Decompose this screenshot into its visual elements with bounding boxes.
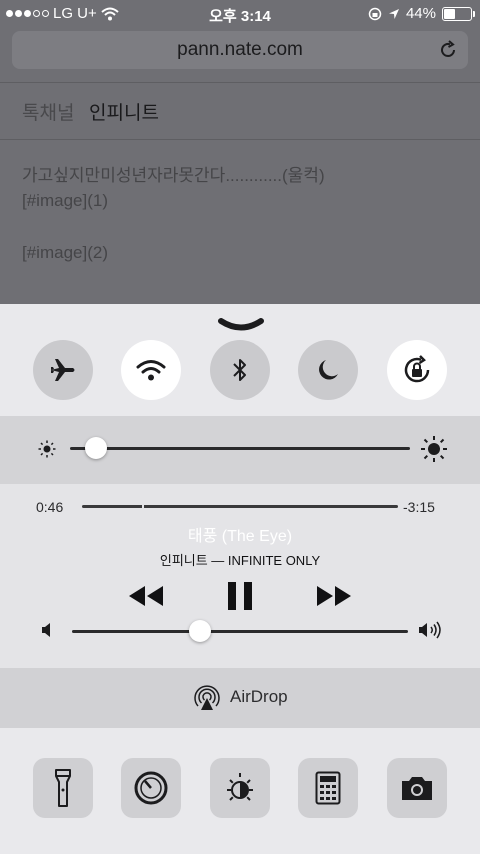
remaining-time: -3:15: [403, 499, 435, 515]
wifi-icon: [136, 360, 166, 381]
flashlight-icon: [55, 769, 71, 807]
volume-slider-thumb[interactable]: [188, 620, 211, 642]
elapsed-time: 0:46: [36, 499, 64, 515]
post-image-link[interactable]: [#image](1): [22, 191, 108, 211]
playback-position-marker[interactable]: [142, 502, 145, 511]
brightness-control: [0, 416, 480, 484]
flashlight-button[interactable]: [33, 758, 93, 818]
calculator-button[interactable]: [298, 758, 358, 818]
battery-icon: [442, 6, 475, 21]
airdrop-icon: [194, 685, 220, 710]
fast-forward-icon[interactable]: [315, 584, 353, 608]
brightness-slider-thumb[interactable]: [85, 437, 107, 459]
bluetooth-icon: [233, 359, 246, 381]
reload-icon[interactable]: [438, 40, 458, 60]
divider: [0, 82, 480, 83]
post-text: 가고싶지만미성년자라못간다............(울컥): [22, 166, 325, 185]
night-shift-icon: [227, 773, 253, 801]
breadcrumb-item[interactable]: 인피니트: [89, 98, 159, 125]
brightness-high-icon: [421, 436, 447, 462]
wifi-toggle[interactable]: [121, 340, 181, 400]
status-bar: LG U+ 오후 3:14 44%: [0, 0, 480, 28]
song-title: 태풍 (The Eye): [187, 528, 293, 545]
rotation-lock-toggle[interactable]: [387, 340, 447, 400]
volume-high-icon: [419, 621, 441, 639]
volume-slider[interactable]: [72, 630, 408, 633]
location-icon: [388, 8, 399, 19]
pause-icon[interactable]: [227, 581, 253, 611]
brightness-low-icon: [38, 440, 56, 458]
url-text: pann.nate.com: [177, 39, 303, 60]
rotation-lock-status-icon: [368, 7, 382, 20]
control-center: 0:46 -3:15 태풍 (The Eye) 인피니트 — INFINITE …: [0, 304, 480, 854]
chevron-down-icon[interactable]: [218, 318, 264, 334]
toggle-row: [0, 340, 480, 402]
divider: [0, 139, 480, 140]
bluetooth-toggle[interactable]: [210, 340, 270, 400]
rotation-lock-icon: [404, 355, 430, 383]
breadcrumb-item[interactable]: 톡채널: [22, 98, 74, 125]
night-shift-button[interactable]: [210, 758, 270, 818]
airplane-icon: [51, 359, 75, 381]
calculator-icon: [315, 771, 341, 805]
volume-low-icon: [42, 623, 50, 637]
post-image-link[interactable]: [#image](2): [22, 243, 108, 263]
brightness-slider[interactable]: [70, 447, 410, 450]
camera-button[interactable]: [387, 758, 447, 818]
playback-scrubber[interactable]: [82, 505, 398, 508]
timer-button[interactable]: [121, 758, 181, 818]
moon-icon: [319, 360, 338, 380]
rewind-icon[interactable]: [127, 584, 165, 608]
camera-icon: [402, 777, 432, 800]
timer-icon: [134, 771, 168, 805]
airdrop-label: AirDrop: [230, 687, 288, 706]
do-not-disturb-toggle[interactable]: [298, 340, 358, 400]
airplane-mode-toggle[interactable]: [33, 340, 93, 400]
address-bar[interactable]: pann.nate.com: [12, 31, 468, 69]
song-artist-album: 인피니트 — INFINITE ONLY: [159, 553, 321, 568]
battery-percent: 44%: [405, 5, 436, 22]
